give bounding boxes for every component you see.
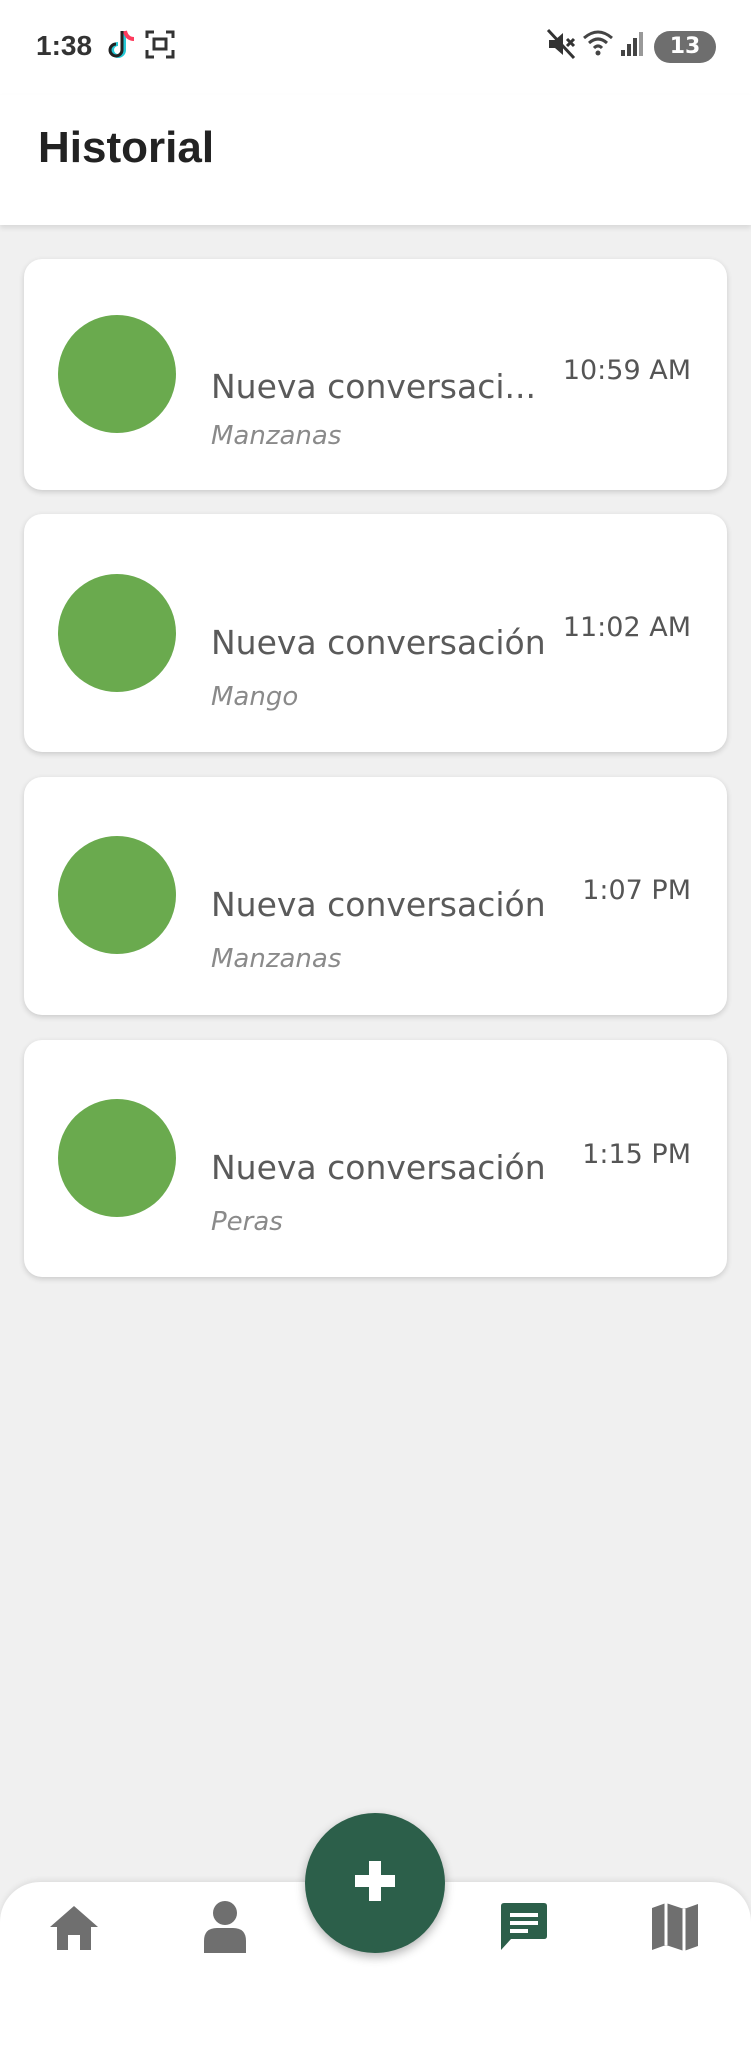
screenshot-icon [144, 28, 176, 65]
person-icon[interactable] [195, 1897, 255, 1957]
conversation-subtitle: Mango [211, 682, 299, 712]
conversation-card[interactable]: Nueva conversaci... Manzanas 10:59 AM [24, 259, 727, 490]
map-icon[interactable] [645, 1897, 705, 1957]
conversation-time: 10:59 AM [562, 355, 691, 386]
status-bar: 1:38 13 [0, 0, 751, 95]
conversation-time: 1:07 PM [582, 875, 691, 906]
conversation-time: 1:15 PM [582, 1139, 691, 1170]
app-header: Historial [0, 95, 751, 225]
conversation-card[interactable]: Nueva conversación Manzanas 1:07 PM [24, 777, 727, 1015]
conversation-subtitle: Manzanas [211, 944, 342, 974]
conversation-title: Nueva conversación [211, 623, 546, 662]
avatar [58, 1099, 176, 1217]
avatar [58, 836, 176, 954]
new-conversation-button[interactable] [305, 1813, 445, 1953]
conversation-title: Nueva conversaci... [211, 367, 536, 406]
page-title: Historial [38, 123, 215, 172]
avatar [58, 315, 176, 433]
conversation-subtitle: Manzanas [211, 421, 342, 451]
chat-icon[interactable] [494, 1897, 554, 1957]
battery-level: 13 [669, 34, 701, 59]
conversation-card[interactable]: Nueva conversación Peras 1:15 PM [24, 1040, 727, 1277]
wifi-icon [582, 28, 614, 63]
mute-icon [546, 28, 576, 65]
plus-icon [351, 1857, 399, 1910]
status-time: 1:38 [36, 30, 93, 61]
signal-icon [620, 28, 646, 63]
home-icon[interactable] [44, 1898, 104, 1958]
avatar [58, 574, 176, 692]
conversation-card[interactable]: Nueva conversación Mango 11:02 AM [24, 514, 727, 752]
battery-charging-icon: 13 [654, 31, 716, 63]
conversation-title: Nueva conversación [211, 1148, 546, 1187]
conversation-title: Nueva conversación [211, 885, 546, 924]
tiktok-icon [108, 28, 138, 67]
conversation-subtitle: Peras [211, 1207, 283, 1237]
conversation-time: 11:02 AM [562, 612, 691, 643]
